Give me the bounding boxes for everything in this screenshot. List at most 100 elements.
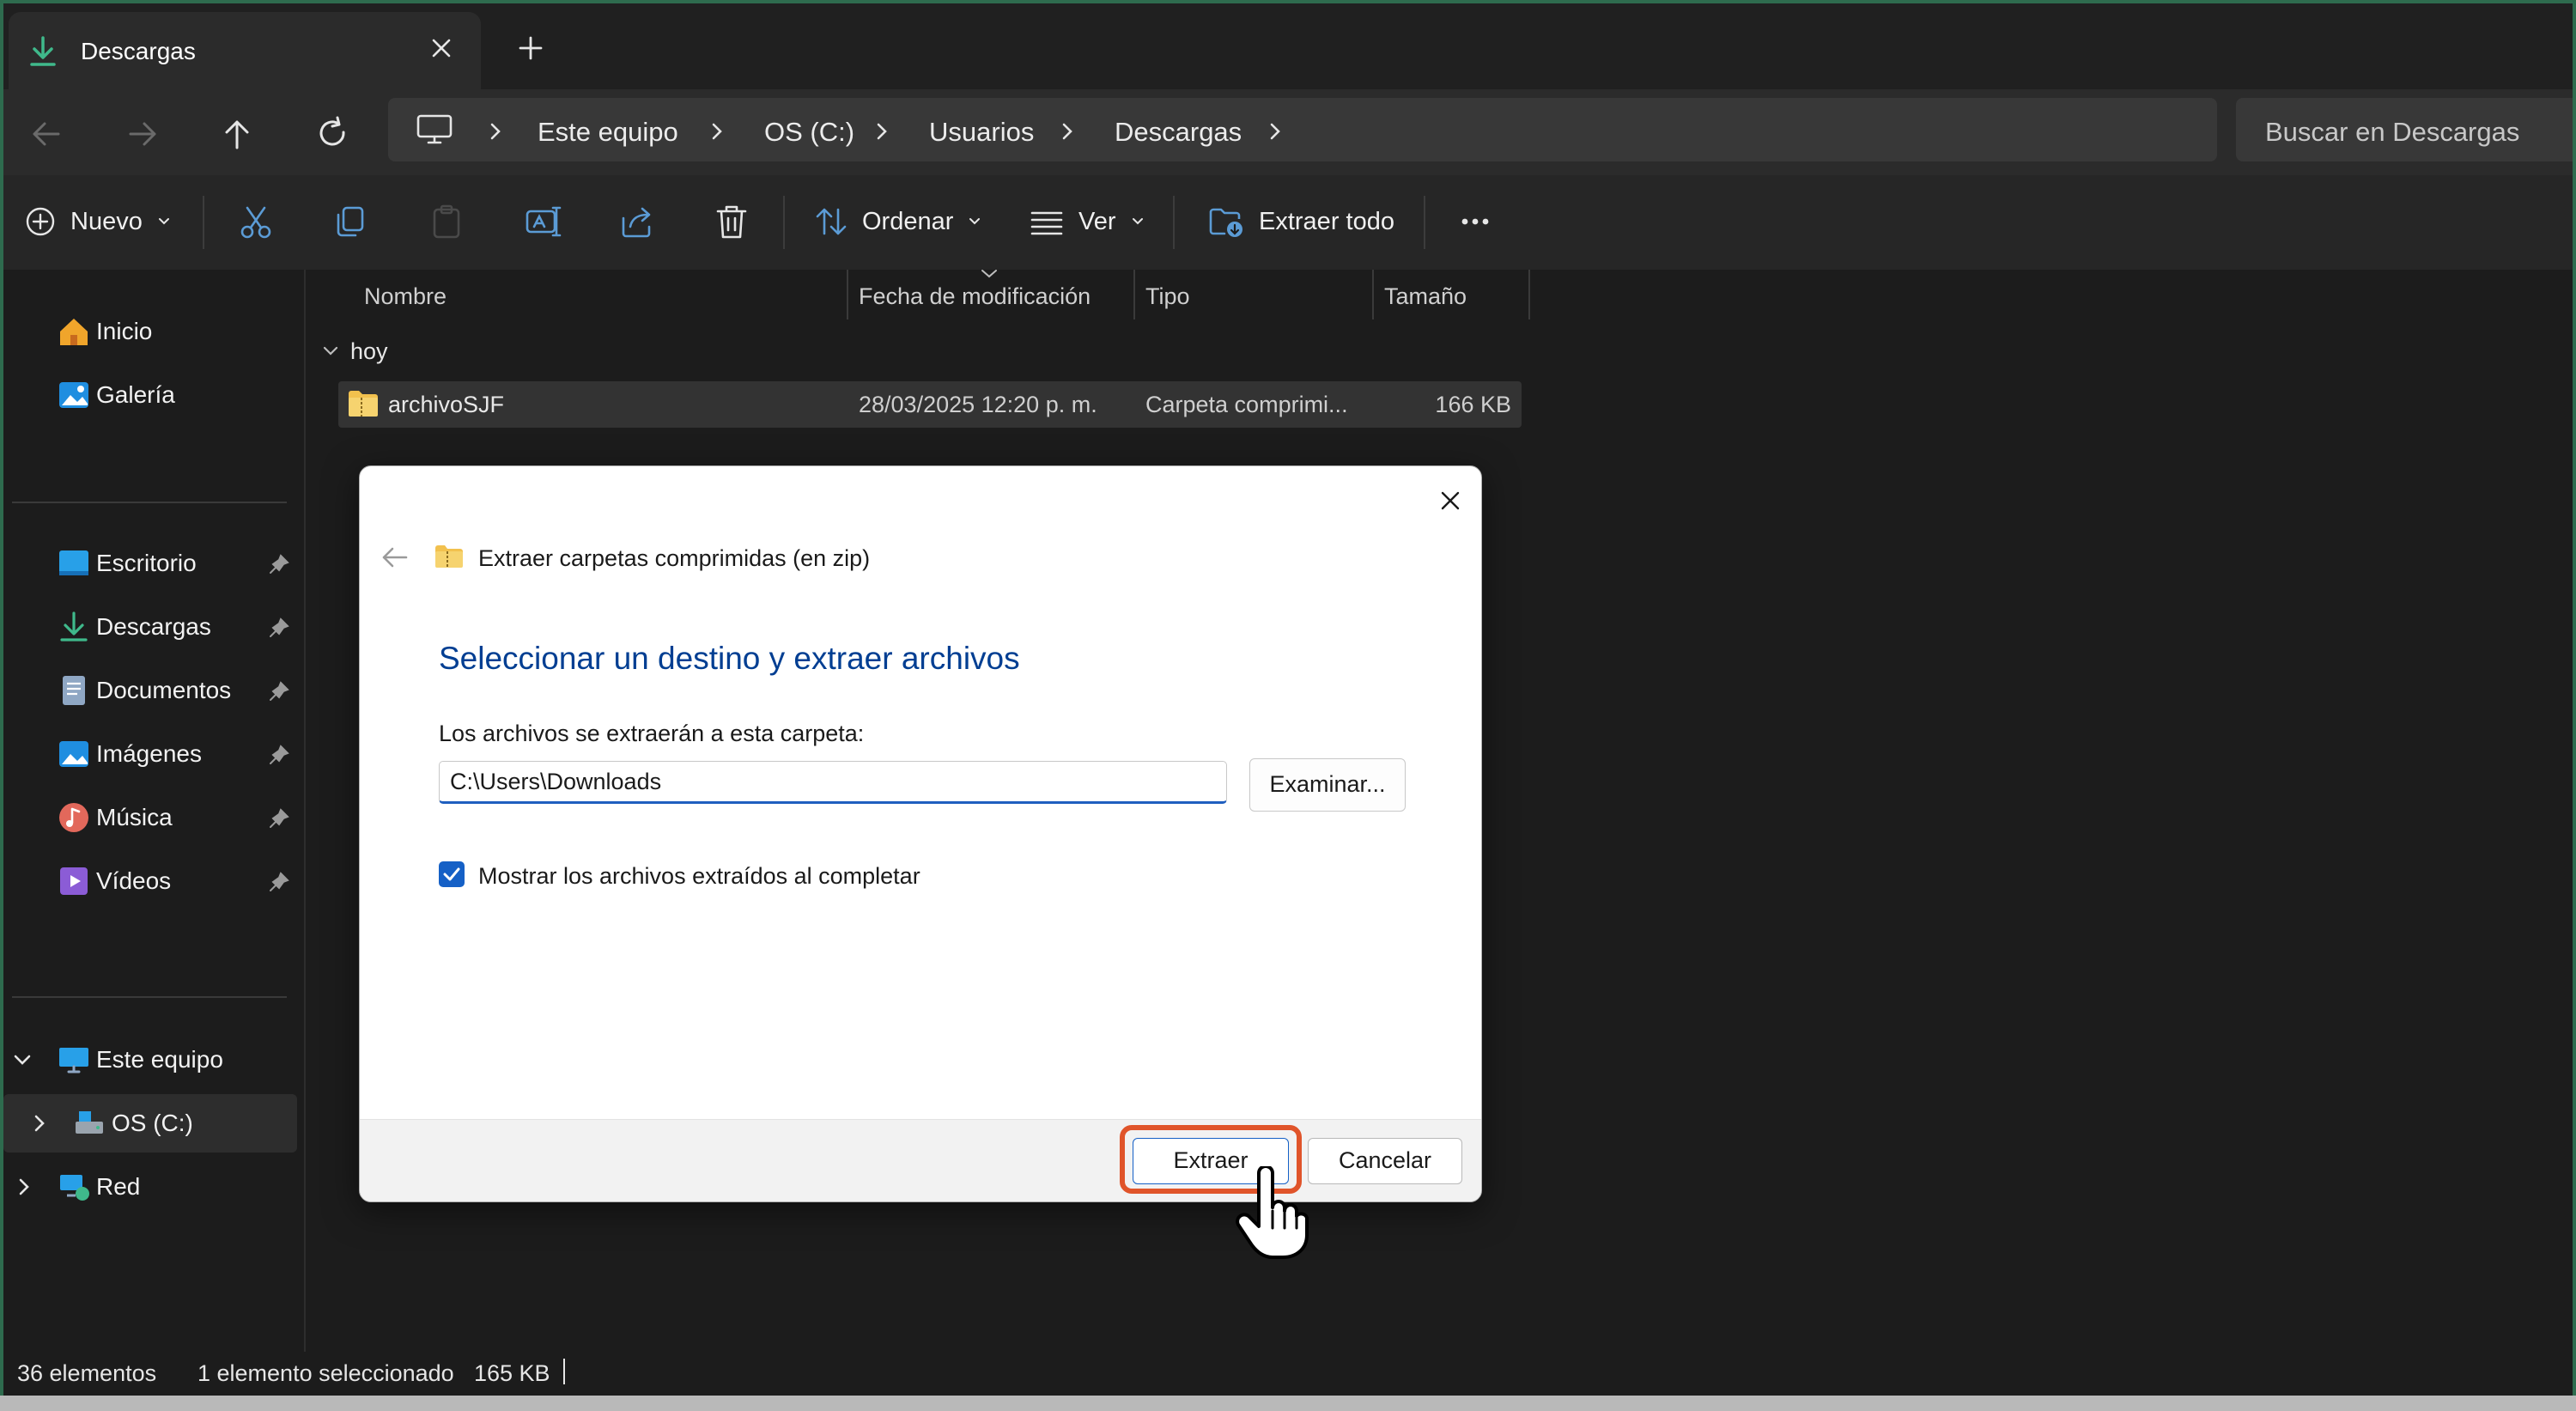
tab-descargas[interactable]: Descargas [9, 12, 481, 89]
hand-pointer-icon [1236, 1166, 1309, 1259]
tab-bar: Descargas [3, 3, 2573, 89]
view-icon [1030, 211, 1063, 235]
column-divider[interactable] [1133, 270, 1135, 319]
computer-icon [416, 114, 453, 144]
music-icon [59, 803, 88, 832]
destination-path-input[interactable] [439, 761, 1227, 804]
file-name: archivoSJF [388, 392, 505, 417]
extract-all-label: Extraer todo [1259, 207, 1394, 235]
close-icon[interactable] [1431, 482, 1469, 520]
rename-icon[interactable] [522, 201, 563, 242]
divider [12, 502, 287, 503]
sort-icon [816, 208, 847, 235]
pin-icon[interactable] [268, 553, 290, 575]
chevron-down-icon[interactable] [321, 344, 340, 359]
new-button[interactable]: Nuevo [24, 196, 172, 247]
navigation-pane: Inicio Galería Escritorio Descargas Docu… [3, 270, 306, 1352]
table-row[interactable]: archivoSJF 28/03/2025 12:20 p. m. Carpet… [338, 381, 1522, 428]
documents-icon [63, 676, 85, 705]
more-options-icon[interactable] [1455, 201, 1496, 242]
sidebar-item-videos[interactable]: Vídeos [3, 852, 297, 910]
chevron-right-icon[interactable] [15, 1177, 33, 1197]
breadcrumb-os-c[interactable]: OS (C:) [764, 117, 854, 148]
file-type: Carpeta comprimi... [1145, 392, 1348, 417]
show-files-label[interactable]: Mostrar los archivos extraídos al comple… [478, 863, 920, 890]
breadcrumb-usuarios[interactable]: Usuarios [929, 117, 1034, 148]
divider [203, 196, 204, 249]
sort-arrow-icon [981, 270, 997, 278]
sidebar-item-label: Vídeos [96, 867, 172, 894]
column-header-type[interactable]: Tipo [1145, 283, 1190, 310]
sidebar-item-red[interactable]: Red [3, 1158, 297, 1216]
zip-folder-icon [435, 545, 463, 568]
show-files-checkbox[interactable] [439, 861, 465, 887]
chevron-right-icon[interactable] [1266, 121, 1285, 142]
chevron-down-icon [969, 218, 981, 225]
divider [1173, 196, 1175, 249]
column-divider[interactable] [1528, 270, 1530, 319]
network-icon [60, 1175, 89, 1201]
sidebar-item-inicio[interactable]: Inicio [3, 302, 297, 361]
extract-all-button[interactable]: Extraer todo [1207, 196, 1394, 247]
sidebar-item-escritorio[interactable]: Escritorio [3, 534, 297, 593]
chevron-right-icon[interactable] [31, 1113, 48, 1134]
new-tab-icon[interactable] [510, 27, 551, 69]
divider [563, 1359, 565, 1384]
chevron-right-icon[interactable] [486, 121, 505, 142]
browse-button[interactable]: Examinar... [1249, 758, 1406, 812]
sidebar-item-label: OS (C:) [112, 1110, 193, 1136]
search-placeholder: Buscar en Descargas [2265, 117, 2520, 147]
close-tab-icon[interactable] [421, 27, 462, 69]
sidebar-item-documentos[interactable]: Documentos [3, 661, 297, 720]
up-icon[interactable] [213, 110, 261, 158]
column-header-size[interactable]: Tamaño [1384, 283, 1467, 310]
pin-icon[interactable] [268, 680, 290, 702]
sidebar-item-os-c[interactable]: OS (C:) [3, 1094, 297, 1153]
sort-button[interactable]: Ordenar [814, 196, 982, 247]
refresh-icon[interactable] [309, 110, 357, 158]
sidebar-item-musica[interactable]: Música [3, 788, 297, 847]
sidebar-item-descargas[interactable]: Descargas [3, 598, 297, 656]
chevron-right-icon[interactable] [872, 121, 891, 142]
column-header-name[interactable]: Nombre [364, 283, 447, 310]
delete-icon[interactable] [711, 201, 752, 242]
window-bottom-edge [0, 1396, 2576, 1411]
chevron-right-icon[interactable] [708, 121, 726, 142]
pin-icon[interactable] [268, 617, 290, 639]
pin-icon[interactable] [268, 807, 290, 830]
file-size: 166 KB [1435, 392, 1511, 417]
column-divider[interactable] [847, 270, 848, 319]
checkmark-icon [443, 867, 460, 881]
paste-icon[interactable] [426, 201, 467, 242]
copy-icon[interactable] [330, 201, 371, 242]
back-arrow-icon[interactable] [375, 540, 413, 575]
address-bar[interactable]: Este equipo OS (C:) Usuarios Descargas [388, 98, 2217, 161]
file-explorer-window: Descargas Este equipo OS (C:) Usuarios D… [3, 3, 2573, 1396]
sort-label: Ordenar [862, 207, 954, 235]
share-icon[interactable] [617, 201, 658, 242]
group-header[interactable]: hoy [350, 338, 388, 365]
pin-icon[interactable] [268, 744, 290, 766]
column-divider[interactable] [1372, 270, 1374, 319]
pin-icon[interactable] [268, 871, 290, 893]
search-input[interactable]: Buscar en Descargas [2236, 98, 2573, 161]
cut-icon[interactable] [235, 201, 276, 242]
sidebar-item-galeria[interactable]: Galería [3, 366, 297, 424]
sidebar-item-label: Galería [96, 381, 175, 408]
selection-count: 1 elemento seleccionado [197, 1360, 454, 1386]
column-header-modified[interactable]: Fecha de modificación [859, 283, 1091, 310]
cancel-button[interactable]: Cancelar [1308, 1138, 1462, 1184]
breadcrumb-este-equipo[interactable]: Este equipo [538, 117, 678, 148]
chevron-right-icon[interactable] [1058, 121, 1077, 142]
back-icon[interactable] [22, 110, 70, 158]
breadcrumb-descargas[interactable]: Descargas [1115, 117, 1242, 148]
view-button[interactable]: Ver [1029, 196, 1145, 247]
desktop-icon [59, 550, 88, 575]
forward-icon[interactable] [118, 110, 167, 158]
extract-folder-icon [1209, 208, 1242, 237]
chevron-down-icon[interactable] [12, 1051, 33, 1068]
gallery-icon [59, 382, 88, 408]
sidebar-item-imagenes[interactable]: Imágenes [3, 725, 297, 783]
sidebar-item-label: Música [96, 804, 173, 830]
sidebar-item-este-equipo[interactable]: Este equipo [3, 1031, 297, 1089]
